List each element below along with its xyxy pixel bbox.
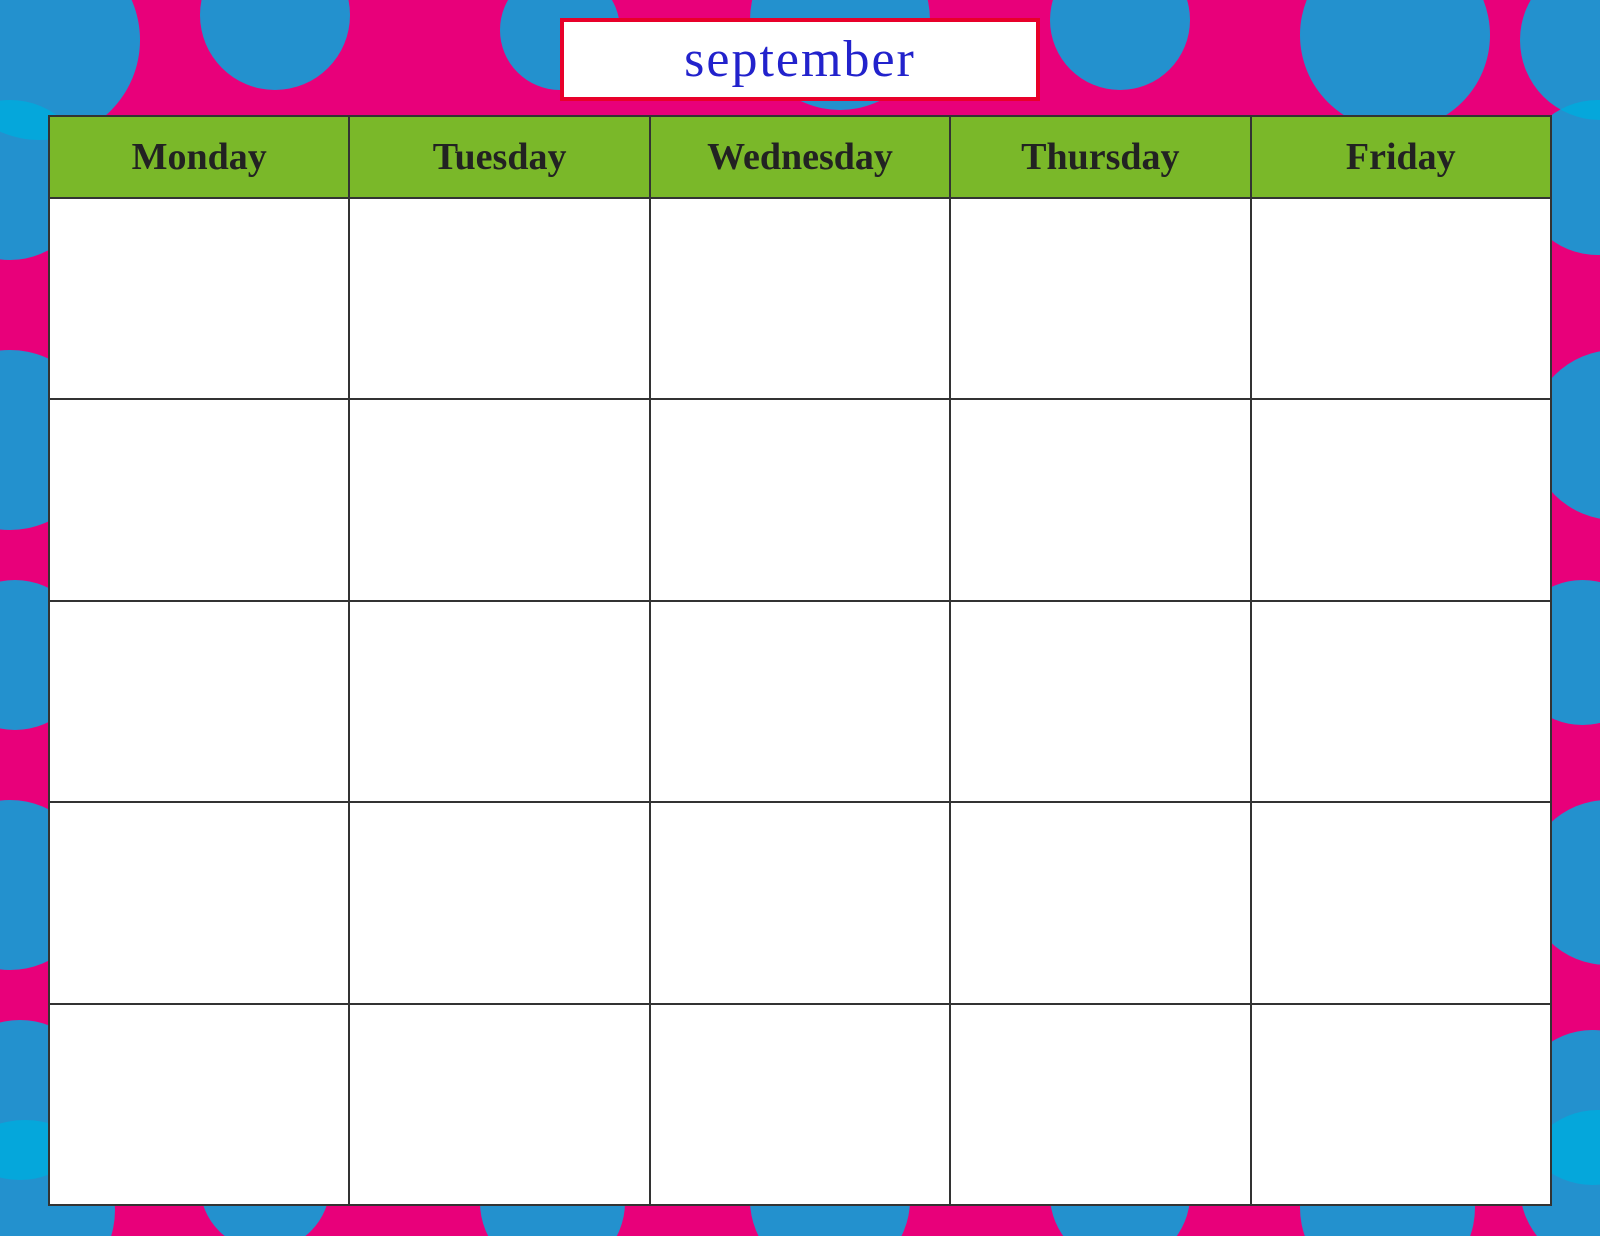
cell-r1c2[interactable] [349,198,649,399]
cell-r4c5[interactable] [1251,802,1551,1003]
calendar-header: Monday Tuesday Wednesday Thursday Friday [49,116,1551,198]
cell-r5c4[interactable] [950,1004,1250,1205]
table-row [49,1004,1551,1205]
cell-r4c2[interactable] [349,802,649,1003]
page-wrapper: september Monday Tuesday Wednesday Thurs… [0,0,1600,1236]
header-friday: Friday [1251,116,1551,198]
cell-r1c4[interactable] [950,198,1250,399]
cell-r1c3[interactable] [650,198,950,399]
header-monday: Monday [49,116,349,198]
header-thursday: Thursday [950,116,1250,198]
calendar-body [49,198,1551,1205]
header-wednesday: Wednesday [650,116,950,198]
month-title: september [684,31,916,88]
header-tuesday: Tuesday [349,116,649,198]
cell-r5c1[interactable] [49,1004,349,1205]
cell-r2c5[interactable] [1251,399,1551,600]
cell-r3c3[interactable] [650,601,950,802]
table-row [49,399,1551,600]
header-row: Monday Tuesday Wednesday Thursday Friday [49,116,1551,198]
cell-r2c3[interactable] [650,399,950,600]
calendar-table: Monday Tuesday Wednesday Thursday Friday [48,115,1552,1206]
cell-r2c2[interactable] [349,399,649,600]
table-row [49,802,1551,1003]
cell-r5c3[interactable] [650,1004,950,1205]
table-row [49,198,1551,399]
cell-r3c1[interactable] [49,601,349,802]
cell-r2c4[interactable] [950,399,1250,600]
cell-r4c4[interactable] [950,802,1250,1003]
title-box: september [560,18,1040,101]
cell-r3c4[interactable] [950,601,1250,802]
table-row [49,601,1551,802]
cell-r3c2[interactable] [349,601,649,802]
cell-r1c5[interactable] [1251,198,1551,399]
cell-r1c1[interactable] [49,198,349,399]
cell-r2c1[interactable] [49,399,349,600]
cell-r3c5[interactable] [1251,601,1551,802]
cell-r4c3[interactable] [650,802,950,1003]
cell-r5c2[interactable] [349,1004,649,1205]
cell-r4c1[interactable] [49,802,349,1003]
cell-r5c5[interactable] [1251,1004,1551,1205]
